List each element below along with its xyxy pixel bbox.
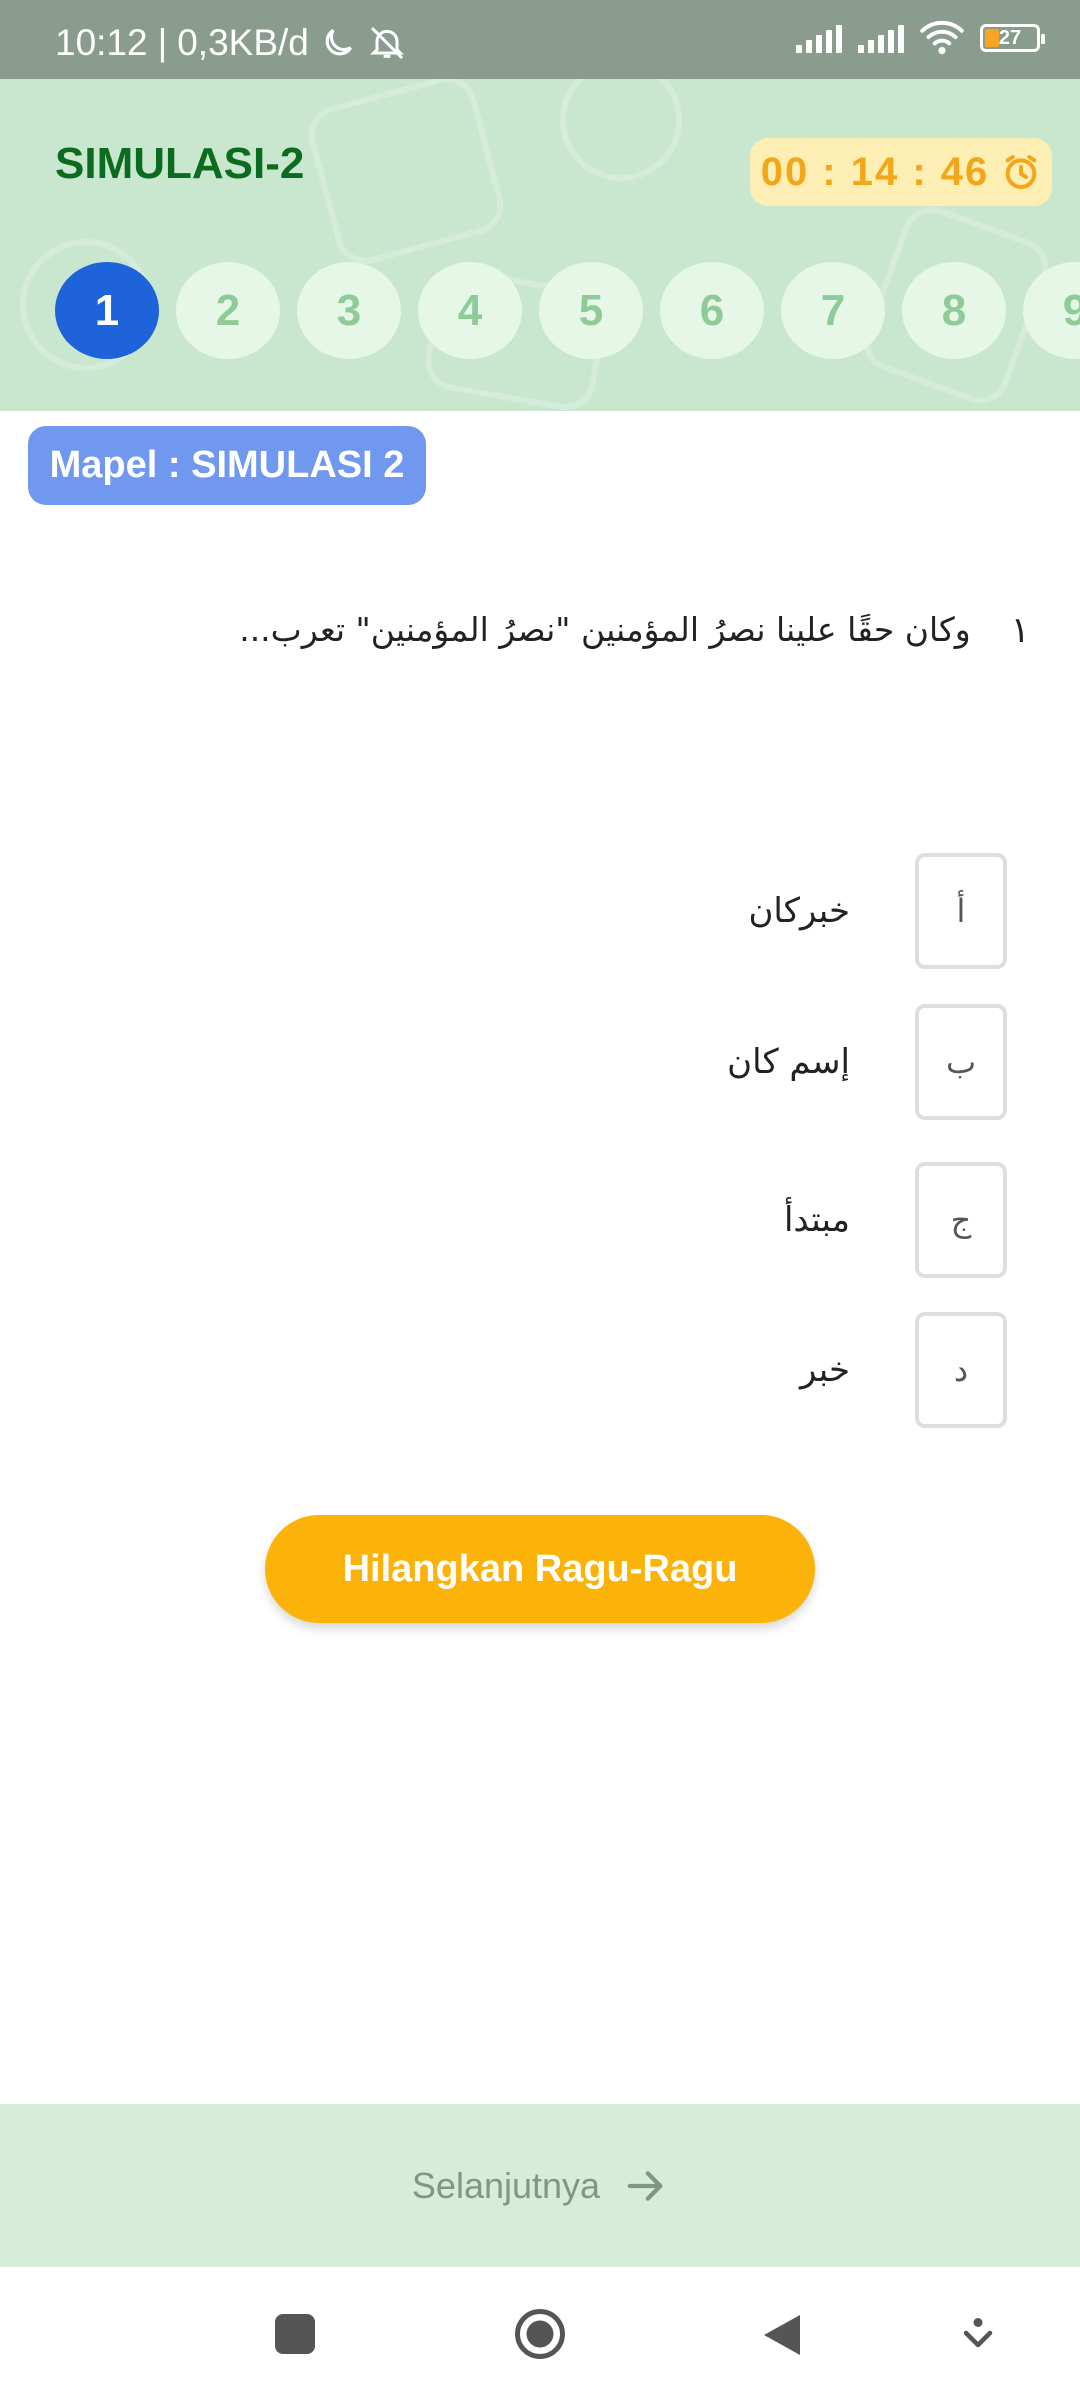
arrow-right-icon xyxy=(627,2170,663,2201)
question-number: ١ xyxy=(1010,610,1030,651)
home-icon[interactable] xyxy=(513,2307,567,2361)
remove-doubt-button[interactable]: Hilangkan Ragu-Ragu xyxy=(265,1515,815,1623)
question-number-button[interactable]: 9 xyxy=(1023,262,1080,359)
battery-level: 27 xyxy=(998,26,1022,49)
status-bar: 10:12 | 0,3KB/d 27 xyxy=(0,0,1080,79)
subject-badge: Mapel : SIMULASI 2 xyxy=(28,426,426,505)
chevron-down-icon[interactable] xyxy=(960,2315,996,2351)
option-letter-box[interactable]: ج xyxy=(915,1162,1007,1278)
recents-icon[interactable] xyxy=(275,2314,315,2354)
status-right: 27 xyxy=(796,20,1045,56)
next-button[interactable]: Selanjutnya xyxy=(0,2104,1080,2267)
question-number-button[interactable]: 8 xyxy=(902,262,1006,359)
wifi-icon xyxy=(920,20,964,55)
answer-option[interactable]: ج مبتدأ xyxy=(0,1162,1080,1282)
exam-header: SIMULASI-2 00 : 14 : 46 1 2 3 4 5 6 7 8 … xyxy=(0,79,1080,411)
status-left: 10:12 | 0,3KB/d xyxy=(55,22,407,64)
next-button-label: Selanjutnya xyxy=(411,2164,601,2206)
battery-icon: 27 xyxy=(980,24,1045,52)
question-number-button[interactable]: 1 xyxy=(55,262,159,359)
countdown-timer: 00 : 14 : 46 xyxy=(750,138,1052,206)
back-icon[interactable] xyxy=(760,2311,804,2359)
question-number-list: 1 2 3 4 5 6 7 8 9 xyxy=(55,262,1080,359)
alarm-clock-icon xyxy=(1005,155,1037,189)
option-text[interactable]: خبركان xyxy=(748,853,850,969)
option-letter-box[interactable]: ب xyxy=(915,1004,1007,1120)
timer-value: 00 : 14 : 46 xyxy=(760,149,990,194)
question-number-button[interactable]: 4 xyxy=(418,262,522,359)
option-text[interactable]: خبر xyxy=(800,1312,850,1428)
signal-icon-2 xyxy=(858,23,904,53)
status-time: 10:12 xyxy=(55,22,148,63)
question-number-button[interactable]: 7 xyxy=(781,262,885,359)
question-number-button[interactable]: 6 xyxy=(660,262,764,359)
question-number-button[interactable]: 2 xyxy=(176,262,280,359)
answer-option[interactable]: ب إسم كان xyxy=(0,1004,1080,1124)
moon-icon xyxy=(325,28,352,56)
answer-option[interactable]: أ خبركان xyxy=(0,853,1080,973)
question-text: وكان حقًا علينا نصرُ المؤمنين "نصرُ المؤ… xyxy=(239,610,971,649)
question-number-button[interactable]: 3 xyxy=(297,262,401,359)
option-letter-box[interactable]: أ xyxy=(915,853,1007,969)
signal-icon xyxy=(796,23,842,53)
question-text-block: ١ وكان حقًا علينا نصرُ المؤمنين "نصرُ ال… xyxy=(130,610,1030,651)
option-letter-box[interactable]: د xyxy=(915,1312,1007,1428)
option-text[interactable]: مبتدأ xyxy=(784,1162,850,1278)
mute-bell-icon xyxy=(369,26,404,60)
option-text[interactable]: إسم كان xyxy=(727,1004,850,1120)
page-title: SIMULASI-2 xyxy=(55,139,305,188)
network-speed: 0,3KB/d xyxy=(177,22,309,63)
question-number-button[interactable]: 5 xyxy=(539,262,643,359)
answer-option[interactable]: د خبر xyxy=(0,1312,1080,1432)
system-nav-bar xyxy=(0,2267,1080,2400)
